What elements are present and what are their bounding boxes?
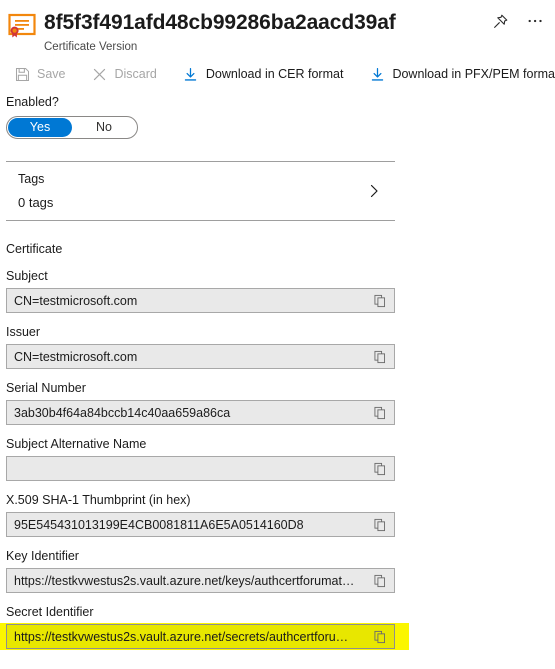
field-thumbprint-value: 95E545431013199E4CB0081811A6E5A0514160D8 bbox=[14, 517, 304, 532]
tags-label: Tags bbox=[18, 171, 45, 186]
save-label: Save bbox=[37, 67, 66, 81]
discard-label: Discard bbox=[114, 67, 157, 81]
download-cer-label: Download in CER format bbox=[205, 67, 344, 81]
certificate-section-title: Certificate bbox=[6, 242, 63, 256]
download-icon bbox=[369, 66, 385, 82]
field-secret-identifier-label: Secret Identifier bbox=[6, 605, 94, 619]
discard-button[interactable]: Discard bbox=[90, 63, 167, 85]
field-key-identifier: Key Identifier https://testkvwestus2s.va… bbox=[6, 548, 395, 593]
field-secret-identifier-input[interactable]: https://testkvwestus2s.vault.azure.net/s… bbox=[6, 624, 395, 649]
copy-icon[interactable] bbox=[372, 293, 388, 309]
field-serial-number: Serial Number 3ab30b4f64a84bccb14c40aa65… bbox=[6, 380, 395, 425]
field-subject-input[interactable]: CN=testmicrosoft.com bbox=[6, 288, 395, 313]
page-header: 8f5f3f491afd48cb99286ba2aacd39af Certifi… bbox=[0, 0, 555, 55]
field-thumbprint-input[interactable]: 95E545431013199E4CB0081811A6E5A0514160D8 bbox=[6, 512, 395, 537]
copy-icon[interactable] bbox=[372, 573, 388, 589]
copy-icon[interactable] bbox=[372, 405, 388, 421]
enabled-toggle-no[interactable]: No bbox=[72, 118, 136, 137]
command-toolbar: Save Discard Download in CER format Down… bbox=[0, 58, 555, 90]
secret-identifier-highlight: https://testkvwestus2s.vault.azure.net/s… bbox=[0, 623, 409, 650]
more-options-button[interactable] bbox=[523, 11, 549, 35]
field-issuer: Issuer CN=testmicrosoft.com bbox=[6, 324, 395, 369]
page-subtitle: Certificate Version bbox=[44, 41, 138, 53]
certificate-icon bbox=[8, 13, 36, 39]
download-cer-button[interactable]: Download in CER format bbox=[181, 63, 354, 85]
field-subject-alternative-name-input[interactable] bbox=[6, 456, 395, 481]
tags-value: 0 tags bbox=[18, 194, 54, 210]
field-subject-alternative-name-label: Subject Alternative Name bbox=[6, 437, 147, 451]
enabled-section: Enabled? Yes No bbox=[0, 94, 555, 139]
ellipsis-icon bbox=[527, 15, 545, 24]
field-serial-number-label: Serial Number bbox=[6, 381, 86, 395]
chevron-right-icon bbox=[365, 182, 383, 200]
field-secret-identifier: Secret Identifier https://testkvwestus2s… bbox=[0, 604, 409, 650]
enabled-toggle-yes[interactable]: Yes bbox=[8, 118, 72, 137]
header-actions bbox=[487, 11, 549, 35]
field-key-identifier-label: Key Identifier bbox=[6, 549, 79, 563]
title-block: 8f5f3f491afd48cb99286ba2aacd39af Certifi… bbox=[44, 8, 555, 55]
field-subject-label: Subject bbox=[6, 269, 48, 283]
field-serial-number-value: 3ab30b4f64a84bccb14c40aa659a86ca bbox=[14, 405, 231, 420]
download-pfx-pem-label: Download in PFX/PEM format bbox=[392, 67, 555, 81]
field-subject-value: CN=testmicrosoft.com bbox=[14, 293, 138, 308]
field-secret-identifier-value: https://testkvwestus2s.vault.azure.net/s… bbox=[14, 629, 349, 644]
copy-icon[interactable] bbox=[372, 517, 388, 533]
discard-x-icon bbox=[92, 66, 108, 82]
field-key-identifier-input[interactable]: https://testkvwestus2s.vault.azure.net/k… bbox=[6, 568, 395, 593]
enabled-label: Enabled? bbox=[6, 95, 59, 109]
field-issuer-label: Issuer bbox=[6, 325, 41, 339]
field-thumbprint-label: X.509 SHA-1 Thumbprint (in hex) bbox=[6, 493, 191, 507]
field-subject: Subject CN=testmicrosoft.com bbox=[6, 268, 395, 313]
download-pfx-pem-button[interactable]: Download in PFX/PEM format bbox=[367, 63, 555, 85]
field-issuer-input[interactable]: CN=testmicrosoft.com bbox=[6, 344, 395, 369]
pin-button[interactable] bbox=[487, 11, 513, 35]
tags-text: Tags 0 tags bbox=[18, 171, 53, 212]
download-icon bbox=[183, 66, 199, 82]
copy-icon[interactable] bbox=[372, 349, 388, 365]
field-thumbprint: X.509 SHA-1 Thumbprint (in hex) 95E54543… bbox=[6, 492, 395, 537]
field-key-identifier-value: https://testkvwestus2s.vault.azure.net/k… bbox=[14, 573, 355, 588]
field-serial-number-input[interactable]: 3ab30b4f64a84bccb14c40aa659a86ca bbox=[6, 400, 395, 425]
field-issuer-value: CN=testmicrosoft.com bbox=[14, 349, 138, 364]
tags-row[interactable]: Tags 0 tags bbox=[6, 161, 395, 221]
copy-icon[interactable] bbox=[372, 629, 388, 645]
page-title: 8f5f3f491afd48cb99286ba2aacd39af bbox=[44, 11, 396, 34]
copy-icon[interactable] bbox=[372, 461, 388, 477]
save-icon bbox=[14, 66, 30, 82]
field-subject-alternative-name: Subject Alternative Name bbox=[6, 436, 395, 481]
save-button[interactable]: Save bbox=[12, 63, 76, 85]
pin-icon bbox=[492, 13, 509, 33]
enabled-toggle[interactable]: Yes No bbox=[6, 116, 138, 139]
